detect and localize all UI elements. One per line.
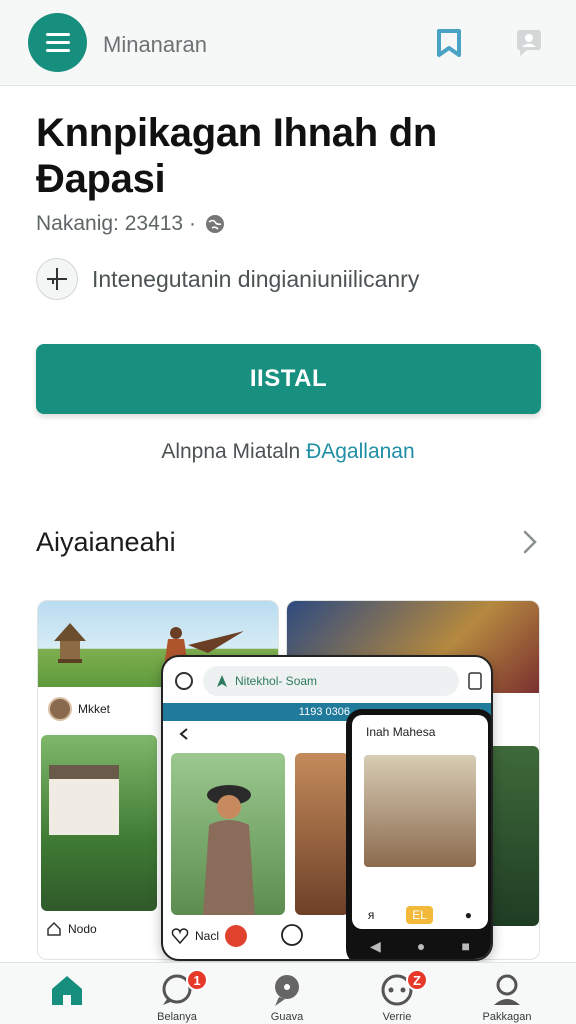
crosshair-icon [36,258,78,300]
subline-text: Alnpna Miataln [161,440,307,463]
avatar [48,697,72,721]
inner-r: ᴙ [367,908,375,922]
house-tile [41,735,157,911]
phone-mockup: Nitekhol- Soam 1193 0306 ✕ Nacl Inah Mah… [161,655,493,961]
nav-profile[interactable]: Pakkagan [462,963,552,1024]
meta-row: Nakanig: 23413 · [36,212,226,236]
left-footer: Nodo [46,921,97,937]
home-icon [52,976,82,1005]
user-row: Mkket [48,697,110,721]
chat-badge: 1 [186,969,208,991]
nav-chat[interactable]: 1 Belanya [132,963,222,1024]
house-illustration [49,765,119,835]
couple-photo [364,755,476,867]
nav-home-icon: ● [416,938,426,954]
inner-tag: EL [406,906,433,924]
nav-label-messages: Verrie [382,1011,412,1023]
portrait-tile [487,746,539,926]
nav-pin[interactable]: Guava [242,963,332,1024]
band-center: 1193 0306 [298,706,350,718]
section-title[interactable]: Aiyaianeahi [36,527,176,558]
install-button[interactable]: IISTAL [36,344,541,414]
phone-share-icon [468,672,482,690]
nav-label-profile: Pakkagan [482,1011,532,1023]
bottom-nav: 1 Belanya Guava Z Verrie Pakkagan [0,962,576,1024]
back-arrow-icon [179,728,188,740]
inner-title: Inah Mahesa [366,725,436,739]
subline-link[interactable]: ĐAgallanan [306,440,415,463]
profile-icon [494,974,520,1005]
nav-label-chat: Belanya [157,1011,197,1023]
inner-user-icon: ● [464,908,473,922]
install-subline: Alnpna Miataln ĐAgallanan [0,440,576,464]
market-photo [295,753,349,915]
meta-text: Nakanig: 23413 · [36,212,196,235]
bookmark-icon[interactable] [433,27,465,59]
messages-badge: Z [406,969,428,991]
globe-icon [205,215,224,233]
phone-footer-label: Nacl [195,929,220,943]
user-name: Mkket [78,702,111,716]
chevron-right-icon[interactable] [518,528,542,556]
menu-icon[interactable] [28,13,87,72]
app-title: Minanaran [103,32,207,57]
left-footer-label: Nodo [68,922,97,936]
nav-back-icon: ◀ [370,937,381,954]
person-photo [171,753,285,915]
profile-chat-icon[interactable] [513,27,545,59]
comment-icon [281,924,303,946]
pin-small-icon [217,675,227,687]
pin-icon [275,975,299,1006]
category-label: Intenegutanin dingianiuniilicanry [92,265,420,292]
nav-label-pin: Guava [270,1011,304,1023]
phone-footer: Nacl [171,923,305,949]
inner-nav: ◀ ● ■ [352,929,488,959]
category-row[interactable]: Intenegutanin dingianiuniilicanry [36,258,419,300]
heart-outline-icon [171,928,189,945]
chat-bubble-icon [175,672,193,690]
app-bar: Minanaran [0,0,576,86]
inner-phone-screen: Inah Mahesa ᴙ EL ● [352,715,488,929]
inner-phone: Inah Mahesa ᴙ EL ● ◀ ● ■ [346,709,491,959]
phone-search-row: Nitekhol- Soam [173,663,483,699]
inner-bar: ᴙ EL ● [352,901,488,929]
nav-home[interactable] [22,963,112,1024]
red-dot [225,925,248,947]
person-illustration [203,785,255,915]
home-outline-icon [47,921,61,936]
phone-search-input: Nitekhol- Soam [203,666,459,696]
phone-search-text: Nitekhol- Soam [235,674,318,688]
nav-messages[interactable]: Z Verrie [352,963,442,1024]
page-title: Knnpikagan Ihnah dn Đapasi [36,111,437,201]
nav-recent-icon: ■ [461,938,470,954]
hut-illustration [54,623,86,663]
